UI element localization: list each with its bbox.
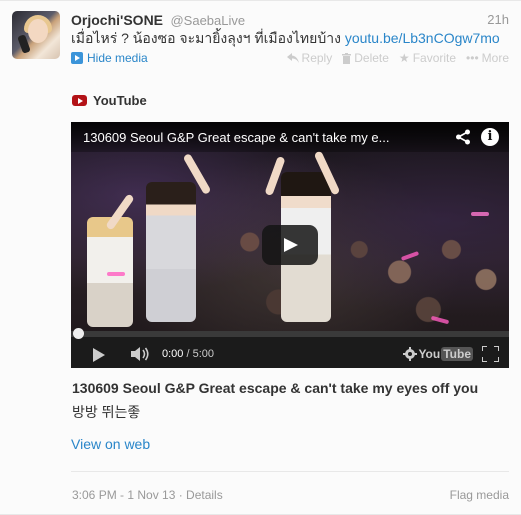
youtube-wordmark-you: You xyxy=(418,347,441,361)
play-icon[interactable] xyxy=(93,348,105,362)
youtube-logo-icon xyxy=(72,94,87,106)
fullscreen-icon[interactable] xyxy=(481,345,500,363)
youtube-wordmark-tube: Tube xyxy=(441,347,473,361)
user-full-name[interactable]: Orjochi'SONE xyxy=(71,12,163,28)
tweet-link[interactable]: youtu.be/Lb3nCOgw7mo xyxy=(345,30,500,46)
duration: / 5:00 xyxy=(186,348,215,360)
youtube-wordmark[interactable]: You Tube xyxy=(418,346,473,362)
video-performer xyxy=(146,182,196,322)
tweet-text: เมื่อไหร่ ? น้องซอ จะมายิ้งลุงฯ ที่เมือง… xyxy=(71,30,511,47)
tweet-text-body: เมื่อไหร่ ? น้องซอ จะมายิ้งลุงฯ ที่เมือง… xyxy=(71,30,341,46)
star-icon: ★ xyxy=(398,51,410,65)
more-button[interactable]: ••• More xyxy=(466,51,509,65)
video-title[interactable]: 130609 Seoul G&P Great escape & can't ta… xyxy=(83,130,453,145)
avatar-face xyxy=(28,19,48,43)
current-time: 0:00 xyxy=(162,348,184,360)
trash-icon xyxy=(342,52,352,64)
delete-label: Delete xyxy=(354,51,389,65)
reply-label: Reply xyxy=(301,51,333,65)
tweet-actions-row: Hide media Reply Delete ★ Favorite ••• M… xyxy=(71,51,511,67)
tweet-actions: Reply Delete ★ Favorite ••• More xyxy=(286,51,509,65)
tweet-details[interactable]: 3:06 PM - 1 Nov 13 · Details xyxy=(72,488,223,502)
glow-stick xyxy=(471,212,489,216)
hide-media-button[interactable]: Hide media xyxy=(71,51,148,65)
tweet-card: Orjochi'SONE @SaebaLive 21h เมื่อไหร่ ? … xyxy=(0,0,521,515)
user-screen-name[interactable]: @SaebaLive xyxy=(170,13,245,28)
reply-button[interactable]: Reply xyxy=(286,51,333,65)
reply-arrow-icon xyxy=(286,53,299,63)
tweet-timestamp[interactable]: 21h xyxy=(487,12,509,27)
time-readout: 0:00 / 5:00 xyxy=(162,348,214,360)
big-play-button[interactable] xyxy=(262,225,318,265)
volume-icon[interactable] xyxy=(131,346,151,362)
video-headline[interactable]: 130609 Seoul G&P Great escape & can't ta… xyxy=(72,380,512,396)
video-player[interactable]: 130609 Seoul G&P Great escape & can't ta… xyxy=(71,122,509,368)
player-controls: 0:00 / 5:00 You Tube xyxy=(71,328,509,368)
view-on-web-link[interactable]: View on web xyxy=(71,436,150,452)
scrub-handle[interactable] xyxy=(73,328,84,339)
info-icon[interactable]: i xyxy=(481,128,499,146)
media-source: YouTube xyxy=(72,92,147,108)
share-icon[interactable] xyxy=(455,129,471,145)
avatar[interactable] xyxy=(12,11,60,59)
ellipsis-icon: ••• xyxy=(466,51,479,65)
favorite-label: Favorite xyxy=(412,51,457,65)
delete-button[interactable]: Delete xyxy=(342,51,389,65)
video-description: 방방 뛰는좋 xyxy=(72,404,141,420)
hide-media-label: Hide media xyxy=(87,51,148,65)
gear-icon[interactable] xyxy=(403,347,417,361)
player-titlebar: 130609 Seoul G&P Great escape & can't ta… xyxy=(71,122,509,152)
flag-media-link[interactable]: Flag media xyxy=(450,488,509,502)
progress-bar[interactable] xyxy=(71,328,509,339)
divider xyxy=(71,471,509,472)
glow-stick xyxy=(107,272,125,276)
more-label: More xyxy=(481,51,509,65)
media-source-label: YouTube xyxy=(93,92,147,108)
tweet-header: Orjochi'SONE @SaebaLive 21h xyxy=(71,12,511,28)
favorite-button[interactable]: ★ Favorite xyxy=(399,51,456,65)
play-square-icon xyxy=(71,52,83,64)
